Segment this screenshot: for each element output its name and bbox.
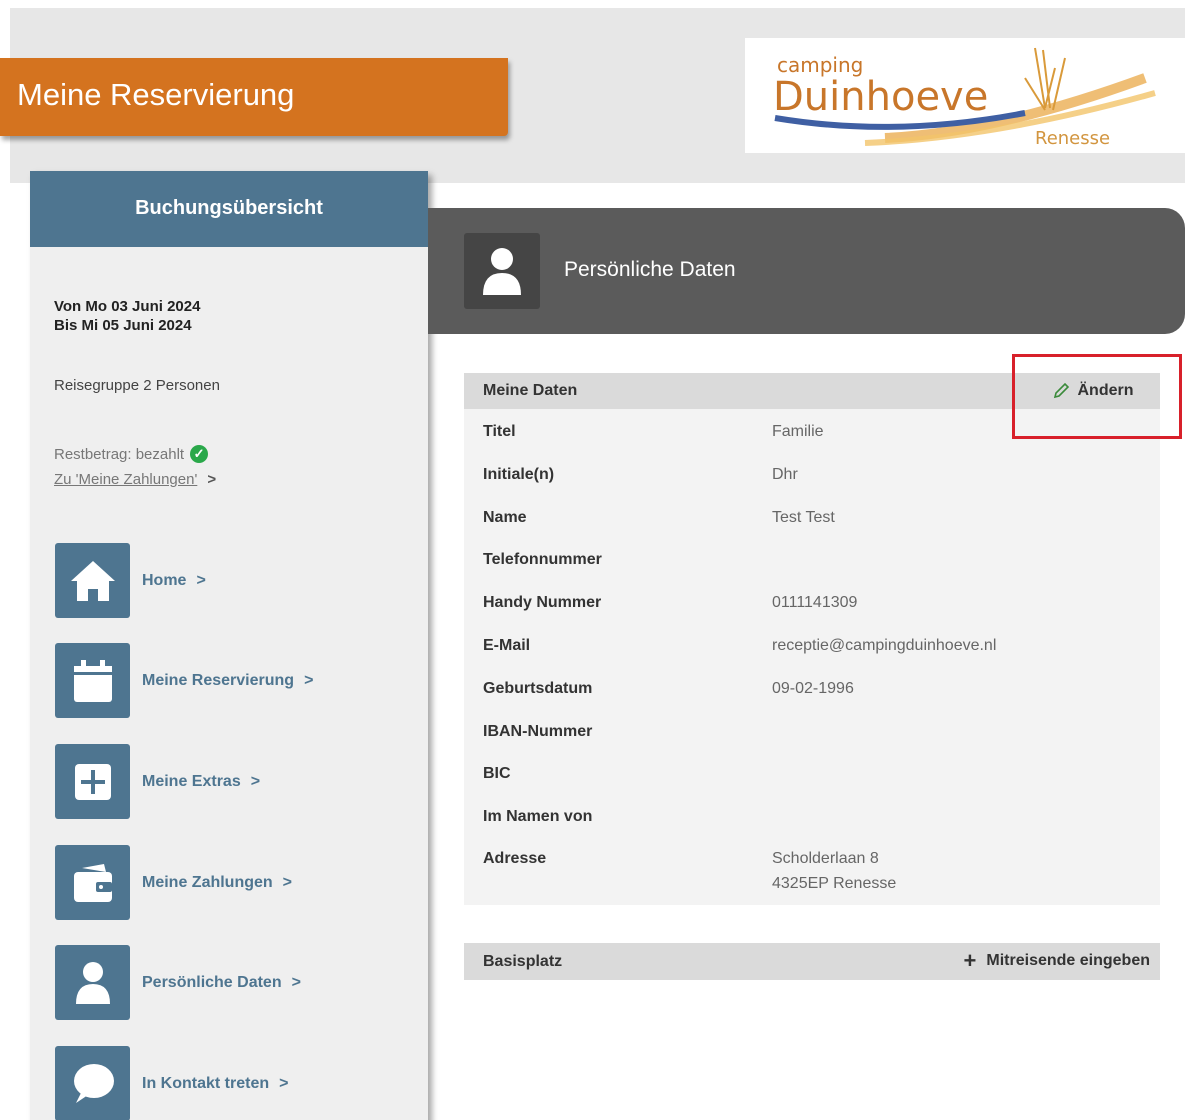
basis-title: Basisplatz (483, 953, 563, 970)
field-label: Telefonnummer (483, 551, 602, 568)
field-value: Test Test (772, 509, 835, 526)
home-icon (55, 543, 130, 618)
payments-link[interactable]: Zu 'Meine Zahlungen' > (54, 471, 216, 488)
section-title: Persönliche Daten (564, 258, 736, 281)
chevron-right-icon: > (291, 973, 301, 991)
panel-title: Meine Daten (483, 382, 578, 399)
add-companions-button[interactable]: + Mitreisende eingeben (963, 948, 1150, 973)
basis-pitch-bar: Basisplatz + Mitreisende eingeben (464, 943, 1160, 980)
field-value: receptie@campingduinhoeve.nl (772, 637, 997, 654)
date-from: Von Mo 03 Juni 2024 (54, 298, 201, 315)
my-data-panel: Meine Daten Ändern Titel Familie Initiale… (464, 373, 1160, 905)
field-label: Titel (483, 423, 516, 440)
field-label: Im Namen von (483, 808, 593, 825)
chevron-right-icon: > (279, 1074, 289, 1092)
chevron-right-icon: > (196, 571, 206, 589)
nav-item-personal-data[interactable]: Persönliche Daten > (55, 945, 301, 1020)
field-value: Scholderlaan 8 4325EP Renesse (772, 846, 896, 896)
field-label: Geburtsdatum (483, 680, 593, 697)
field-label: Initiale(n) (483, 466, 555, 483)
chat-icon (55, 1046, 130, 1120)
field-label: Handy Nummer (483, 594, 602, 611)
nav-label-contact: In Kontakt treten (142, 1074, 270, 1092)
field-value: Dhr (772, 466, 798, 483)
field-value: 0111141309 (772, 594, 858, 611)
camping-logo: camping Duinhoeve Renesse (745, 38, 1185, 153)
address-line-2: 4325EP Renesse (772, 875, 897, 892)
balance-status: Restbetrag: bezahlt ✓ (54, 445, 209, 463)
nav-item-payments[interactable]: Meine Zahlungen > (55, 845, 292, 920)
person-icon (464, 233, 540, 309)
person-icon (55, 945, 130, 1020)
booking-sidebar: Buchungsübersicht Von Mo 03 Juni 2024 Bi… (30, 171, 428, 1120)
nav-item-contact[interactable]: In Kontakt treten > (55, 1046, 288, 1120)
field-label: E-Mail (483, 637, 531, 654)
travel-group: Reisegruppe 2 Personen (54, 377, 220, 394)
title-banner: Meine Reservierung (0, 58, 508, 136)
field-label: Name (483, 509, 527, 526)
field-label: Adresse (483, 850, 547, 867)
edit-highlight-box (1012, 354, 1182, 439)
plus-icon (55, 744, 130, 819)
logo-graphic: camping Duinhoeve Renesse (773, 47, 1156, 149)
field-label: BIC (483, 765, 511, 782)
page-title: Meine Reservierung (17, 77, 295, 112)
nav-label-extras: Meine Extras (142, 772, 241, 790)
nav-label-reservation: Meine Reservierung (142, 671, 295, 689)
add-companions-label[interactable]: Mitreisende eingeben (986, 952, 1150, 970)
field-label: IBAN-Nummer (483, 723, 593, 740)
nav-item-extras[interactable]: Meine Extras > (55, 744, 260, 819)
plus-icon: + (963, 948, 977, 973)
field-value: Familie (772, 423, 824, 440)
page: Meine Reservierung camping Duinhoeve Ren… (0, 0, 1192, 1120)
calendar-icon (55, 643, 130, 718)
address-line-1: Scholderlaan 8 (772, 850, 879, 867)
payments-link-label[interactable]: Zu 'Meine Zahlungen' (54, 471, 197, 488)
chevron-right-icon: > (250, 772, 261, 790)
date-to: Bis Mi 05 Juni 2024 (54, 317, 192, 334)
logo-text-renesse: Renesse (1035, 128, 1110, 149)
check-icon: ✓ (190, 445, 209, 463)
chevron-right-icon: > (282, 873, 293, 891)
nav-item-reservation[interactable]: Meine Reservierung > (55, 643, 313, 718)
booking-dates: Von Mo 03 Juni 2024 Bis Mi 05 Juni 2024 (54, 297, 200, 335)
wallet-icon (55, 845, 130, 920)
chevron-right-icon: > (304, 671, 314, 689)
nav-label-personal-data: Persönliche Daten (142, 973, 282, 991)
nav-item-home[interactable]: Home > (55, 543, 206, 618)
section-header: Persönliche Daten (428, 208, 1185, 334)
chevron-right-icon: > (207, 471, 217, 488)
nav-label-home: Home (142, 571, 187, 589)
nav-label-payments: Meine Zahlungen (142, 873, 273, 891)
sidebar-heading: Buchungsübersicht (30, 171, 428, 247)
balance-text: Restbetrag: bezahlt (54, 445, 185, 463)
field-value: 09-02-1996 (772, 680, 854, 697)
logo-text-duinhoeve: Duinhoeve (773, 74, 988, 120)
